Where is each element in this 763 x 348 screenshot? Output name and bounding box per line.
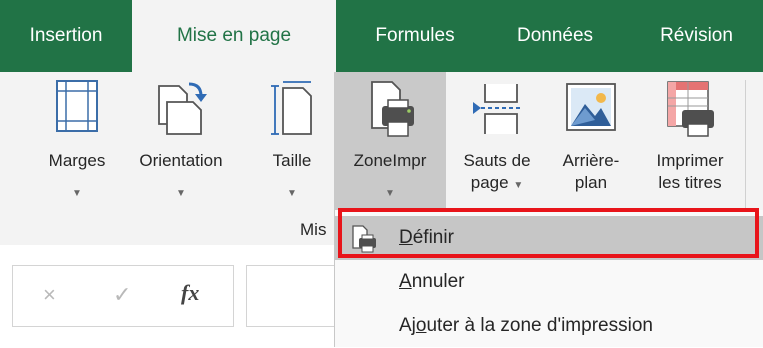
ribbon-tab-bar: Insertion Mise en page Formules Données … bbox=[0, 0, 763, 72]
orientation-button[interactable]: Orientation ▼ bbox=[122, 72, 240, 212]
menu-item-annuler-accel: A bbox=[399, 271, 412, 292]
margins-caret-icon: ▼ bbox=[72, 188, 82, 199]
print-titles-label-line1: Imprimer bbox=[656, 151, 724, 170]
insert-function-icon[interactable]: fx bbox=[181, 280, 199, 306]
background-button[interactable]: Arrière- plan bbox=[546, 72, 636, 212]
size-icon bbox=[269, 78, 315, 143]
cancel-icon[interactable]: × bbox=[43, 282, 56, 308]
background-label-line2: plan bbox=[574, 173, 608, 192]
enter-icon[interactable]: ✓ bbox=[113, 282, 131, 308]
menu-item-ajouter-rest: uter à la zone d'impression bbox=[426, 315, 653, 336]
background-label: Arrière- plan bbox=[546, 150, 636, 194]
tab-mise-en-page[interactable]: Mise en page bbox=[132, 0, 336, 72]
breaks-icon bbox=[467, 78, 527, 143]
menu-item-annuler-label: Annuler bbox=[399, 271, 465, 293]
formula-buttons: × ✓ fx bbox=[12, 265, 234, 327]
size-caret-icon: ▼ bbox=[287, 188, 297, 199]
print-titles-label-line2: les titres bbox=[658, 173, 722, 192]
print-titles-button[interactable]: Imprimer les titres bbox=[636, 72, 744, 212]
print-area-label: ZoneImpr bbox=[353, 151, 427, 170]
ribbon-group-label: Mis bbox=[300, 220, 327, 239]
tab-formules[interactable]: Formules bbox=[350, 0, 480, 72]
highlight-box bbox=[338, 208, 759, 258]
menu-item-ajouter-accel: o bbox=[415, 315, 427, 336]
breaks-button[interactable]: Sauts de page ▼ bbox=[448, 72, 546, 212]
print-area-button[interactable]: ZoneImpr ▼ bbox=[334, 72, 446, 212]
size-label: Taille bbox=[272, 151, 312, 170]
background-icon bbox=[563, 78, 619, 139]
breaks-label-line1: Sauts de bbox=[463, 151, 531, 170]
print-area-caret-icon: ▼ bbox=[385, 188, 395, 199]
print-area-icon bbox=[362, 78, 418, 145]
margins-icon bbox=[52, 78, 102, 139]
print-titles-icon bbox=[662, 78, 718, 143]
tab-insertion[interactable]: Insertion bbox=[0, 0, 132, 72]
background-label-line1: Arrière- bbox=[562, 151, 620, 170]
breaks-label-line2: page ▼ bbox=[448, 172, 546, 197]
menu-item-annuler-rest: nnuler bbox=[411, 271, 465, 292]
breaks-label-line2-text: page bbox=[470, 173, 509, 192]
orientation-label: Orientation bbox=[139, 151, 223, 170]
print-titles-label: Imprimer les titres bbox=[636, 150, 744, 194]
formula-input[interactable] bbox=[246, 265, 337, 327]
menu-item-ajouter[interactable]: Ajouter à la zone d'impression bbox=[335, 304, 763, 348]
tab-revision[interactable]: Révision bbox=[630, 0, 763, 72]
menu-item-annuler[interactable]: Annuler bbox=[335, 260, 763, 304]
tab-donnees[interactable]: Données bbox=[495, 0, 615, 72]
orientation-caret-icon: ▼ bbox=[176, 188, 186, 199]
margins-label: Marges bbox=[48, 151, 106, 170]
orientation-icon bbox=[153, 78, 209, 143]
margins-button[interactable]: Marges ▼ bbox=[32, 72, 122, 212]
menu-item-ajouter-prefix: Aj bbox=[399, 315, 416, 336]
breaks-caret-icon: ▼ bbox=[513, 180, 524, 191]
breaks-label: Sauts de page ▼ bbox=[448, 150, 546, 197]
size-button[interactable]: Taille ▼ bbox=[258, 72, 326, 212]
menu-item-ajouter-label: Ajouter à la zone d'impression bbox=[399, 315, 653, 337]
